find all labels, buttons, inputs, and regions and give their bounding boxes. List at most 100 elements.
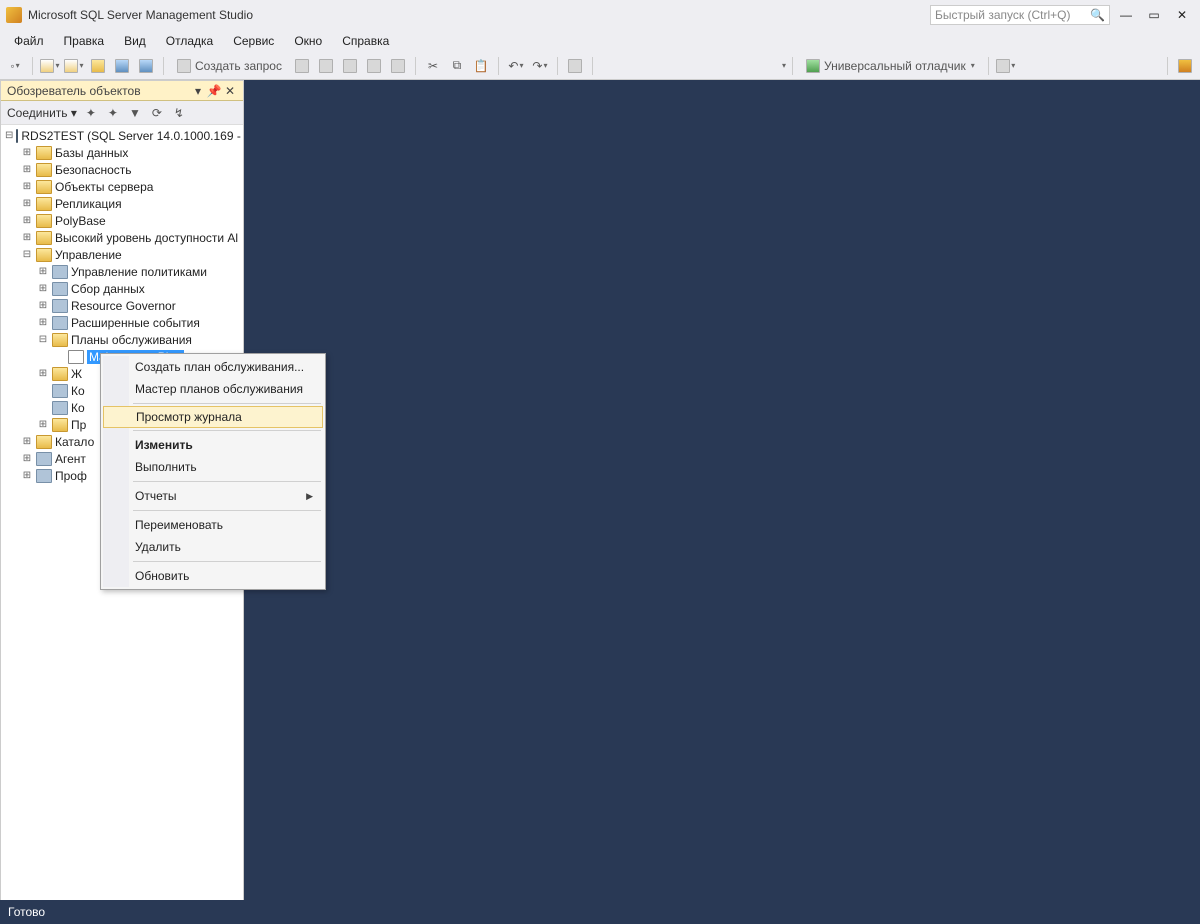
menu-item-view-log[interactable]: Просмотр журнала <box>103 406 323 428</box>
folder-icon <box>36 214 52 228</box>
activity-monitor-icon[interactable] <box>1174 55 1196 77</box>
debug-target-button[interactable]: ▾ <box>995 55 1017 77</box>
tree-node-extended-events[interactable]: ⊞Расширенные события <box>1 314 243 331</box>
refresh-icon[interactable]: ⟳ <box>149 105 165 121</box>
save-all-button[interactable] <box>135 55 157 77</box>
maximize-button[interactable]: ▭ <box>1142 5 1166 25</box>
solution-dropdown[interactable]: ▾ <box>782 61 786 70</box>
pin-icon[interactable]: 📌 <box>207 84 221 98</box>
redo-button[interactable]: ↷▾ <box>529 55 551 77</box>
tree-node-replication[interactable]: ⊞Репликация <box>1 195 243 212</box>
folder-icon <box>52 367 68 381</box>
menu-item-wizard[interactable]: Мастер планов обслуживания <box>103 378 323 400</box>
paste-button[interactable]: 📋 <box>470 55 492 77</box>
folder-icon <box>36 163 52 177</box>
folder-icon <box>36 248 52 262</box>
close-button[interactable]: ✕ <box>1170 5 1194 25</box>
menu-item-create-plan[interactable]: Создать план обслуживания... <box>103 356 323 378</box>
object-explorer-header: Обозреватель объектов ▾ 📌 ✕ <box>1 81 243 101</box>
sync-icon[interactable]: ↯ <box>171 105 187 121</box>
folder-icon <box>36 435 52 449</box>
node-icon <box>52 384 68 398</box>
save-button[interactable] <box>111 55 133 77</box>
menu-service[interactable]: Сервис <box>225 32 282 50</box>
menu-edit[interactable]: Правка <box>56 32 113 50</box>
tree-node-server-objects[interactable]: ⊞Объекты сервера <box>1 178 243 195</box>
separator <box>792 57 793 75</box>
separator <box>498 57 499 75</box>
tree-node-high-availability[interactable]: ⊞Высокий уровень доступности Al <box>1 229 243 246</box>
main-toolbar: ◦▾ ▾ ▾ Создать запрос ✂ ⧉ 📋 ↶▾ ↷▾ ▾ Унив… <box>0 52 1200 80</box>
undo-button[interactable]: ↶▾ <box>505 55 527 77</box>
stop-icon[interactable]: ✦ <box>105 105 121 121</box>
folder-icon <box>36 180 52 194</box>
disconnect-icon[interactable]: ✦ <box>83 105 99 121</box>
menu-window[interactable]: Окно <box>286 32 330 50</box>
tree-node-maintenance-plans[interactable]: ⊟Планы обслуживания <box>1 331 243 348</box>
filter-icon[interactable]: ▼ <box>127 105 143 121</box>
minimize-button[interactable]: — <box>1114 5 1138 25</box>
app-icon <box>6 7 22 23</box>
separator <box>133 481 321 482</box>
separator <box>133 403 321 404</box>
cut-button[interactable]: ✂ <box>422 55 444 77</box>
menu-item-modify[interactable]: Изменить <box>103 434 323 456</box>
new-item-button[interactable]: ▾ <box>63 55 85 77</box>
as-dmx-icon[interactable] <box>339 55 361 77</box>
object-explorer-toolbar: Соединить ▾ ✦ ✦ ▼ ⟳ ↯ <box>1 101 243 125</box>
separator <box>988 57 989 75</box>
debugger-dropdown[interactable]: Универсальный отладчик ▾ <box>799 55 982 77</box>
folder-icon <box>36 146 52 160</box>
menu-item-refresh[interactable]: Обновить <box>103 565 323 587</box>
menu-item-delete[interactable]: Удалить <box>103 536 323 558</box>
db-engine-query-icon[interactable] <box>291 55 313 77</box>
menu-item-execute[interactable]: Выполнить <box>103 456 323 478</box>
as-xmla-icon[interactable] <box>363 55 385 77</box>
menu-file[interactable]: Файл <box>6 32 52 50</box>
open-button[interactable] <box>87 55 109 77</box>
new-query-button[interactable]: Создать запрос <box>170 55 289 77</box>
as-dax-icon[interactable] <box>387 55 409 77</box>
separator <box>133 510 321 511</box>
play-icon <box>806 59 820 73</box>
chevron-right-icon: ▶ <box>306 491 313 502</box>
close-panel-icon[interactable]: ✕ <box>223 84 237 98</box>
separator <box>592 57 593 75</box>
menu-debug[interactable]: Отладка <box>158 32 221 50</box>
tree-node-resource-governor[interactable]: ⊞Resource Governor <box>1 297 243 314</box>
panel-options-icon[interactable]: ▾ <box>191 84 205 98</box>
tree-node-databases[interactable]: ⊞Базы данных <box>1 144 243 161</box>
menu-item-rename[interactable]: Переименовать <box>103 514 323 536</box>
separator <box>1167 57 1168 75</box>
tree-node-policies[interactable]: ⊞Управление политиками <box>1 263 243 280</box>
tree-node-polybase[interactable]: ⊞PolyBase <box>1 212 243 229</box>
as-mdx-icon[interactable] <box>315 55 337 77</box>
tree-node-data-collection[interactable]: ⊞Сбор данных <box>1 280 243 297</box>
events-icon <box>52 316 68 330</box>
menu-help[interactable]: Справка <box>334 32 397 50</box>
collection-icon <box>52 282 68 296</box>
copy-button[interactable]: ⧉ <box>446 55 468 77</box>
connect-button[interactable]: Соединить ▾ <box>7 106 77 120</box>
main-document-area <box>244 80 1200 920</box>
tree-node-management[interactable]: ⊟Управление <box>1 246 243 263</box>
quick-launch-placeholder: Быстрый запуск (Ctrl+Q) <box>935 8 1070 22</box>
separator <box>163 57 164 75</box>
status-text: Готово <box>8 905 45 919</box>
separator <box>557 57 558 75</box>
menu-item-reports[interactable]: Отчеты▶ <box>103 485 323 507</box>
find-button[interactable] <box>564 55 586 77</box>
quick-launch-input[interactable]: Быстрый запуск (Ctrl+Q) 🔍 <box>930 5 1110 25</box>
policy-icon <box>52 265 68 279</box>
plan-icon <box>68 350 84 364</box>
governor-icon <box>52 299 68 313</box>
agent-icon <box>36 452 52 466</box>
folder-icon <box>36 231 52 245</box>
node-icon <box>52 401 68 415</box>
search-icon[interactable]: 🔍 <box>1090 8 1105 22</box>
tree-root-server[interactable]: ⊟RDS2TEST (SQL Server 14.0.1000.169 - A <box>1 127 243 144</box>
new-project-button[interactable]: ▾ <box>39 55 61 77</box>
tree-node-security[interactable]: ⊞Безопасность <box>1 161 243 178</box>
menu-view[interactable]: Вид <box>116 32 154 50</box>
nav-back-button[interactable]: ◦▾ <box>4 55 26 77</box>
